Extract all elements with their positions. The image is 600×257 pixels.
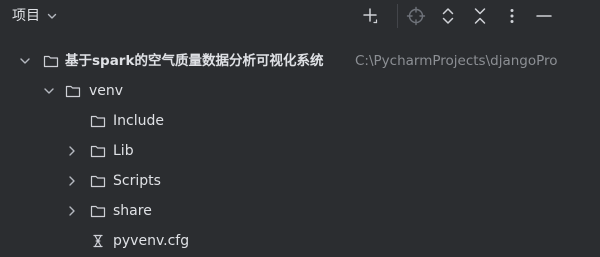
project-tool-window: 项目 基于spark的空气质量数据分析可视化系统 C:\PycharmProje… (0, 0, 600, 257)
folder-icon (90, 143, 106, 159)
tree-item-lib[interactable]: Lib (0, 136, 600, 166)
config-file-icon (90, 233, 106, 249)
expand-all-icon (438, 6, 458, 26)
tree-item-venv[interactable]: venv (0, 76, 600, 106)
tool-window-title: 项目 (12, 8, 40, 24)
folder-icon (90, 173, 106, 189)
chevron-right-icon[interactable] (66, 145, 78, 157)
minimize-icon (534, 6, 554, 26)
target-icon (406, 6, 426, 26)
collapse-all-button[interactable] (468, 4, 492, 28)
tree-item-project-root[interactable]: 基于spark的空气质量数据分析可视化系统 C:\PycharmProjects… (0, 46, 600, 76)
tree-item-label: venv (89, 83, 124, 99)
tree-item-label: Include (113, 113, 164, 129)
expand-all-button[interactable] (436, 4, 460, 28)
tree-item-label: share (113, 203, 152, 219)
chevron-down-icon (46, 10, 58, 22)
options-button[interactable] (500, 4, 524, 28)
chevron-right-icon[interactable] (66, 205, 78, 217)
more-vertical-icon (502, 6, 522, 26)
chevron-down-icon[interactable] (43, 85, 55, 97)
folder-icon (65, 83, 81, 99)
folder-icon (43, 53, 59, 69)
tree-item-label: 基于spark的空气质量数据分析可视化系统 (65, 53, 324, 69)
toolbar-separator (397, 4, 398, 28)
tree-item-include[interactable]: Include (0, 106, 600, 136)
chevron-down-icon[interactable] (19, 55, 31, 67)
project-path: C:\PycharmProjects\djangoPro (355, 53, 558, 69)
collapse-all-icon (470, 6, 490, 26)
locate-file-button[interactable] (404, 4, 428, 28)
tree-item-share[interactable]: share (0, 196, 600, 226)
project-view-selector[interactable]: 项目 (12, 6, 58, 26)
hide-button[interactable] (532, 4, 556, 28)
tree-item-pyvenv-cfg[interactable]: pyvenv.cfg (0, 226, 600, 256)
folder-icon (90, 203, 106, 219)
project-tree: 基于spark的空气质量数据分析可视化系统 C:\PycharmProjects… (0, 46, 600, 256)
plus-icon (361, 6, 381, 26)
add-button[interactable] (359, 4, 383, 28)
tool-window-header: 项目 (0, 0, 600, 32)
tree-item-label: Scripts (113, 173, 161, 189)
chevron-right-icon[interactable] (66, 175, 78, 187)
tree-item-label: Lib (113, 143, 134, 159)
folder-icon (90, 113, 106, 129)
tree-item-label: pyvenv.cfg (113, 233, 190, 249)
tree-item-scripts[interactable]: Scripts (0, 166, 600, 196)
